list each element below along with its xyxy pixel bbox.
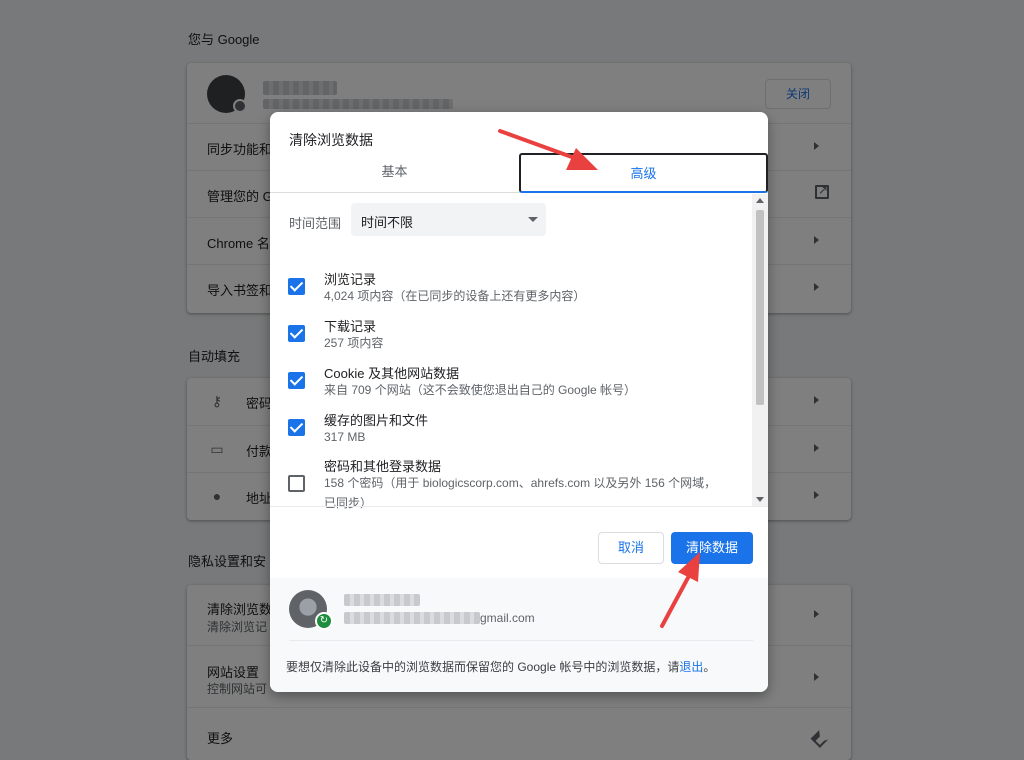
sign-out-link[interactable]: 退出 bbox=[679, 660, 703, 674]
divider bbox=[289, 640, 753, 641]
scrollbar[interactable] bbox=[752, 194, 768, 506]
clear-browsing-data-dialog: 清除浏览数据 基本 高级 时间范围 时间不限 浏览记录 4,024 项内容（在已… bbox=[270, 112, 768, 692]
checkbox-cookies[interactable] bbox=[288, 372, 305, 389]
sign-out-note-end: 。 bbox=[703, 660, 716, 674]
dialog-title: 清除浏览数据 bbox=[289, 132, 373, 148]
scrollbar-thumb[interactable] bbox=[756, 210, 764, 405]
time-range-select[interactable]: 时间不限 bbox=[351, 203, 546, 236]
dialog-tabs: 基本 高级 bbox=[270, 153, 768, 193]
time-range-label: 时间范围 bbox=[289, 216, 342, 231]
sign-out-note: 要想仅清除此设备中的浏览数据而保留您的 Google 帐号中的浏览数据，请退出。 bbox=[286, 658, 715, 675]
time-range-value: 时间不限 bbox=[361, 215, 414, 230]
scroll-down-arrow-icon[interactable] bbox=[756, 497, 764, 502]
checkbox-passwords[interactable] bbox=[288, 475, 305, 492]
sign-out-note-text: 要想仅清除此设备中的浏览数据而保留您的 Google 帐号中的浏览数据，请 bbox=[286, 660, 680, 674]
option-description: 257 项内容 bbox=[324, 336, 384, 350]
sync-icon: ↻ bbox=[315, 612, 333, 630]
cancel-button[interactable]: 取消 bbox=[598, 532, 664, 564]
scroll-up-arrow-icon[interactable] bbox=[756, 198, 764, 203]
dialog-scroll-area[interactable]: 时间范围 时间不限 浏览记录 4,024 项内容（在已同步的设备上还有更多内容）… bbox=[270, 194, 768, 510]
clear-data-button[interactable]: 清除数据 bbox=[671, 532, 753, 564]
option-description: 4,024 项内容（在已同步的设备上还有更多内容） bbox=[324, 289, 586, 303]
checkbox-cached-images[interactable] bbox=[288, 419, 305, 436]
dialog-footer: ↻ gmail.com 要想仅清除此设备中的浏览数据而保留您的 Google 帐… bbox=[270, 578, 768, 692]
dropdown-caret-icon bbox=[528, 217, 538, 222]
tab-basic[interactable]: 基本 bbox=[270, 153, 519, 193]
option-description: 来自 709 个网站（这不会致使您退出自己的 Google 帐号） bbox=[324, 383, 637, 397]
blurred-account-name bbox=[344, 594, 420, 606]
account-email-suffix: gmail.com bbox=[480, 611, 535, 625]
checkbox-download-history[interactable] bbox=[288, 325, 305, 342]
checkbox-browsing-history[interactable] bbox=[288, 278, 305, 295]
option-description: 317 MB bbox=[324, 430, 366, 444]
blurred-account-email bbox=[344, 612, 480, 624]
tab-advanced[interactable]: 高级 bbox=[519, 153, 768, 193]
dialog-actions: 取消 清除数据 bbox=[270, 506, 768, 578]
